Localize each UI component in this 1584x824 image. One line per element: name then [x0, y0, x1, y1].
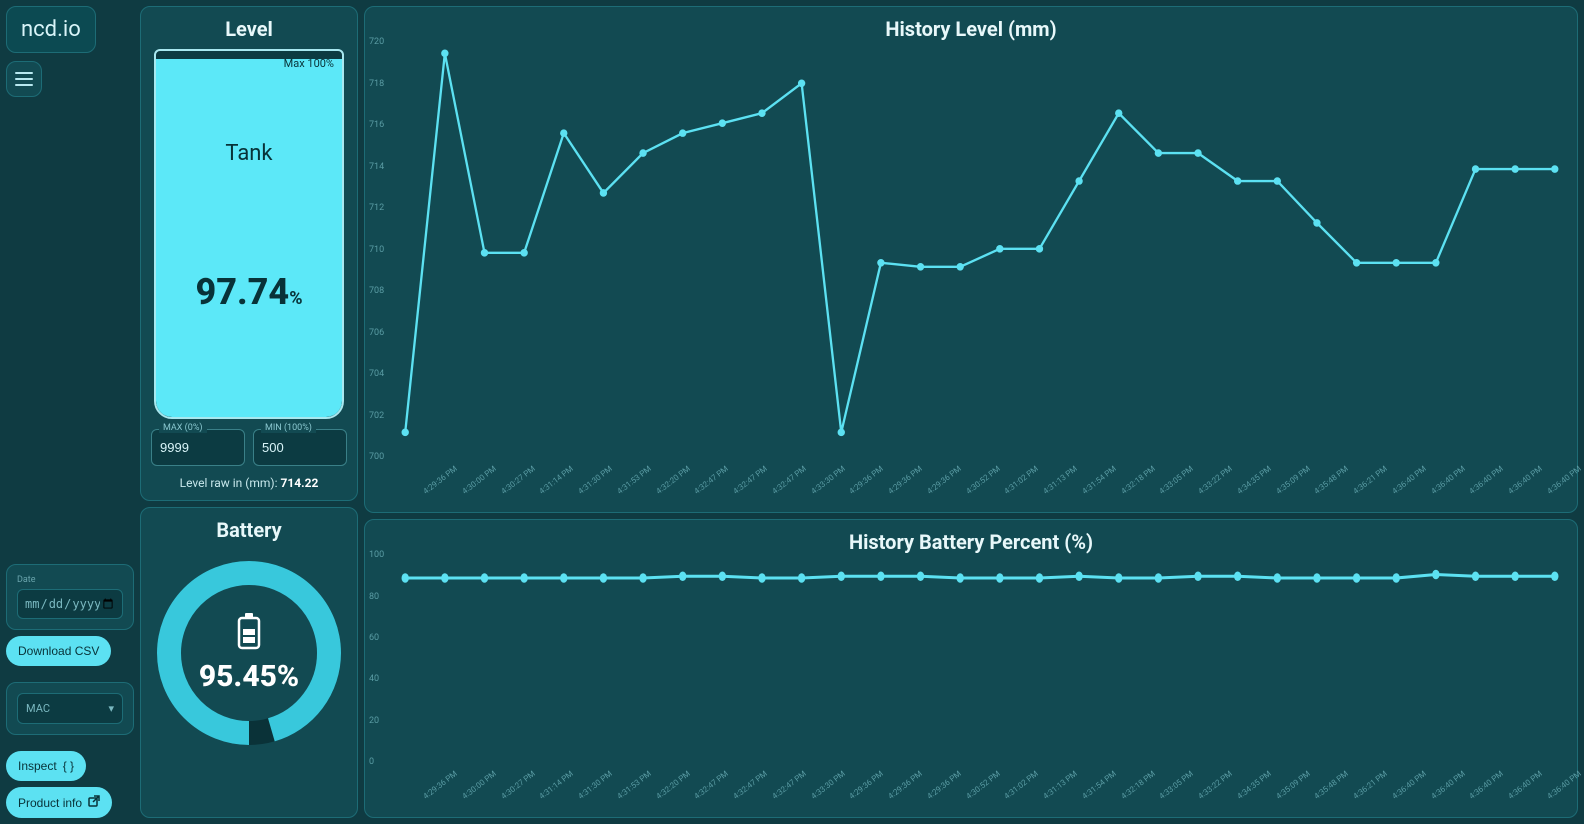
inspect-button[interactable]: Inspect { }: [6, 751, 86, 781]
external-link-icon: [88, 795, 100, 810]
level-panel: Level Max 100% Tank 97.74% MAX (0%) MIN …: [140, 6, 358, 501]
product-info-button[interactable]: Product info: [6, 787, 112, 818]
tank-max-label: Max 100%: [284, 57, 334, 70]
tank-gauge: Max 100% Tank 97.74%: [154, 49, 344, 419]
tank-percent-unit: %: [289, 288, 302, 309]
date-field[interactable]: [17, 589, 123, 619]
min-field-label: MIN (100%): [261, 423, 316, 433]
battery-title: Battery: [151, 518, 347, 542]
product-info-label: Product info: [18, 796, 82, 810]
history-level-title: History Level (mm): [375, 17, 1567, 41]
date-card: Date: [6, 564, 134, 630]
history-level-panel: History Level (mm) 720718716714712710708…: [364, 6, 1578, 513]
mac-select[interactable]: MAC ▾: [17, 693, 123, 724]
battery-panel: Battery 95.45%: [140, 507, 358, 818]
chevron-down-icon: ▾: [108, 702, 114, 715]
tank-percent: 97.74%: [156, 271, 342, 313]
download-csv-button[interactable]: Download CSV: [6, 636, 111, 666]
level-title: Level: [151, 17, 347, 41]
logo: ncd.io: [6, 6, 96, 53]
battery-icon: [236, 613, 262, 651]
raw-prefix: Level raw in (mm):: [180, 476, 281, 490]
battery-percent: 95.45%: [199, 659, 299, 694]
tank-name: Tank: [156, 141, 342, 166]
braces-icon: { }: [63, 759, 74, 773]
menu-button[interactable]: [6, 61, 42, 97]
date-label: Date: [17, 575, 123, 585]
history-battery-panel: History Battery Percent (%) 100806040200…: [364, 519, 1578, 818]
battery-donut: 95.45%: [154, 558, 344, 748]
min-field[interactable]: [253, 429, 347, 466]
raw-value: 714.22: [280, 476, 318, 490]
menu-icon: [15, 72, 33, 86]
mac-select-value: MAC: [26, 702, 50, 715]
max-field[interactable]: [151, 429, 245, 466]
history-battery-title: History Battery Percent (%): [375, 530, 1567, 554]
tank-percent-value: 97.74: [195, 271, 289, 313]
tank-fill: [156, 59, 342, 417]
inspect-label: Inspect: [18, 759, 57, 773]
max-field-label: MAX (0%): [159, 423, 207, 433]
raw-level-label: Level raw in (mm): 714.22: [151, 476, 347, 490]
mac-select-card: MAC ▾: [6, 682, 134, 735]
